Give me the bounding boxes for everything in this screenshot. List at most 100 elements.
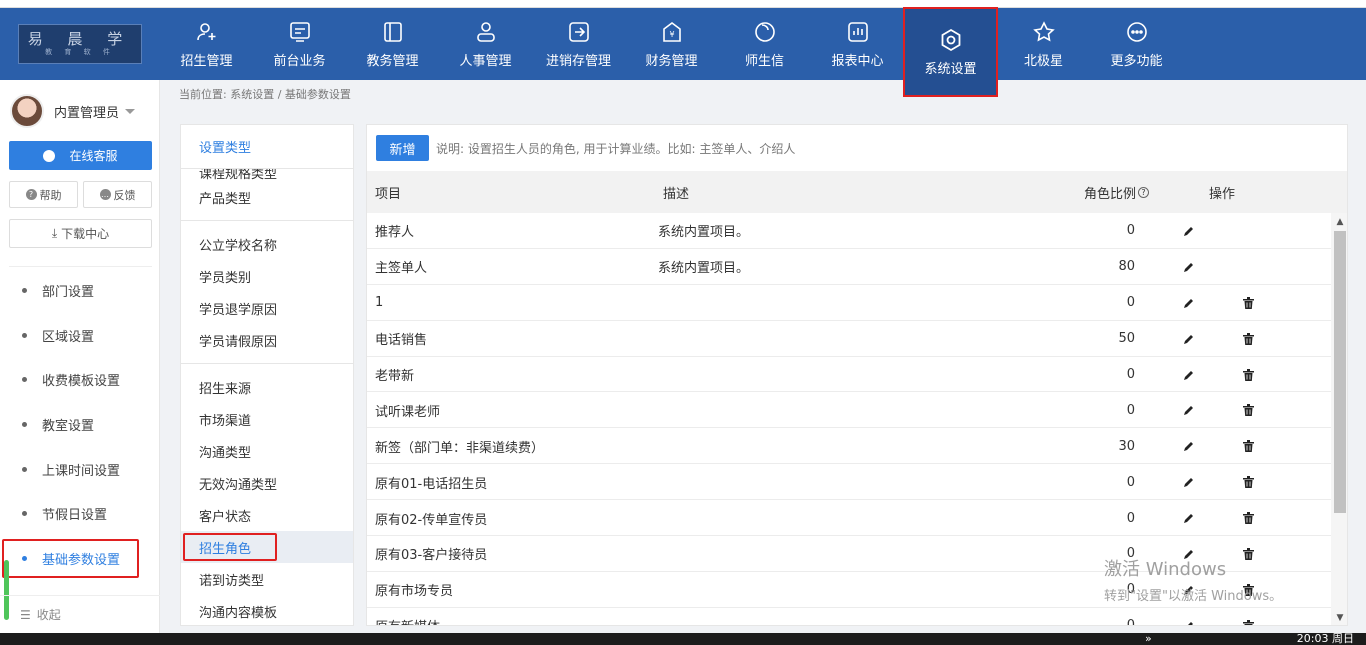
logo-subtitle: 教 育 软 件 — [45, 48, 115, 56]
nav-more[interactable]: 更多功能 — [1090, 8, 1183, 80]
column-header-ratio-label: 角色比例 — [1084, 186, 1137, 202]
cell-item: 原有市场专员 — [375, 584, 454, 600]
nav-system-settings[interactable]: 系统设置 — [903, 7, 998, 97]
delete-icon[interactable] — [1243, 608, 1254, 625]
help-button[interactable]: ? 帮助 — [9, 181, 78, 208]
category-item[interactable]: 学员请假原因 — [181, 324, 353, 356]
category-item[interactable]: 学员类别 — [181, 260, 353, 292]
help-icon[interactable]: ? — [1138, 186, 1150, 198]
delete-icon[interactable] — [1243, 464, 1254, 500]
bullet-icon — [22, 421, 27, 427]
delete-icon[interactable] — [1243, 285, 1254, 321]
table-scrollbar[interactable]: ▲ ▼ — [1331, 213, 1347, 625]
sidebar-item-class-time[interactable]: 上课时间设置 — [0, 447, 160, 492]
sidebar-item-holiday[interactable]: 节假日设置 — [0, 491, 160, 536]
category-item[interactable]: 沟通内容模板 — [181, 595, 353, 625]
nav-enrollment[interactable]: 招生管理 — [160, 8, 253, 80]
edit-icon[interactable] — [1183, 249, 1195, 285]
category-item[interactable]: 诺到访类型 — [181, 563, 353, 595]
category-item[interactable]: 产品类型 — [181, 181, 353, 213]
nav-label: 人事管理 — [459, 53, 512, 69]
sidebar-item-classroom[interactable]: 教室设置 — [0, 402, 160, 447]
user-name: 内置管理员 — [54, 105, 120, 121]
edit-icon[interactable] — [1183, 428, 1195, 464]
category-item[interactable]: 公立学校名称 — [181, 228, 353, 260]
user-add-icon — [196, 22, 215, 40]
column-header-ops: 操作 — [1209, 186, 1236, 202]
nav-reports[interactable]: 报表中心 — [811, 8, 904, 80]
user-menu[interactable]: 内置管理员 — [10, 94, 136, 128]
cell-item: 电话销售 — [375, 333, 428, 349]
nav-hr[interactable]: 人事管理 — [439, 8, 532, 80]
scroll-thumb[interactable] — [1334, 231, 1346, 513]
edit-icon[interactable] — [1183, 357, 1195, 393]
category-item[interactable]: 客户状态 — [181, 499, 353, 531]
edit-icon[interactable] — [1183, 321, 1195, 357]
collapse-label: 收起 — [36, 608, 61, 622]
category-item[interactable]: 市场渠道 — [181, 403, 353, 435]
message-icon — [754, 21, 775, 42]
delete-icon[interactable] — [1243, 357, 1254, 393]
collapse-button[interactable]: ☰ 收起 — [0, 595, 160, 633]
nav-label: 更多功能 — [1110, 53, 1163, 69]
download-label: 下载中心 — [61, 227, 110, 241]
nav-inventory[interactable]: 进销存管理 — [532, 8, 625, 80]
nav-label: 教务管理 — [366, 53, 419, 69]
delete-icon[interactable] — [1243, 428, 1254, 464]
sidebar-item-label: 基础参数设置 — [42, 552, 121, 568]
top-header: 易 晨 学 教 育 软 件 招生管理 前台业务 教务管理 人事管理 进销存管理 … — [0, 7, 1366, 97]
toolbar: 新增 说明: 设置招生人员的角色, 用于计算业绩。比如: 主签单人、介绍人 — [367, 125, 1347, 171]
table-row: 主签单人 系统内置项目。 80 — [367, 249, 1333, 285]
category-item-active[interactable]: 招生角色 — [181, 531, 353, 563]
category-item[interactable]: 课程规格类型 — [181, 169, 353, 181]
feedback-button[interactable]: … 反馈 — [83, 181, 152, 208]
watermark-line2: 转到"设置"以激活 Windows。 — [1104, 589, 1283, 604]
person-icon — [476, 21, 495, 42]
sidebar-item-fee-template[interactable]: 收费模板设置 — [0, 357, 160, 402]
cell-ratio: 0 — [1126, 402, 1135, 418]
online-service-button[interactable]: 在线客服 — [9, 141, 152, 170]
category-item[interactable]: 招生来源 — [181, 371, 353, 403]
nav-label: 财务管理 — [645, 53, 698, 69]
nav-front-desk[interactable]: 前台业务 — [253, 8, 346, 80]
more-icon — [1126, 21, 1147, 42]
cell-item: 1 — [375, 295, 384, 311]
nav-finance[interactable]: ¥ 财务管理 — [625, 8, 718, 80]
help-label: 帮助 — [39, 188, 62, 202]
edit-icon[interactable] — [1183, 285, 1195, 321]
delete-icon[interactable] — [1243, 392, 1254, 428]
nav-polaris[interactable]: 北极星 — [997, 8, 1090, 80]
bullet-icon — [22, 287, 27, 293]
scroll-down-icon[interactable]: ▼ — [1335, 613, 1345, 623]
sidebar-item-department[interactable]: 部门设置 — [0, 268, 160, 313]
role-settings-panel: 新增 说明: 设置招生人员的角色, 用于计算业绩。比如: 主签单人、介绍人 项目… — [366, 124, 1348, 626]
cell-item: 老带新 — [375, 369, 415, 384]
sidebar-item-basic-params[interactable]: 基础参数设置 — [0, 536, 160, 581]
category-item[interactable]: 沟通类型 — [181, 435, 353, 467]
scroll-up-icon[interactable]: ▲ — [1335, 217, 1345, 227]
edit-icon[interactable] — [1183, 464, 1195, 500]
nav-label: 北极星 — [1023, 53, 1063, 69]
delete-icon[interactable] — [1243, 500, 1254, 536]
chevron-right-icon[interactable]: » — [1145, 633, 1152, 645]
category-item[interactable]: 学员退学原因 — [181, 292, 353, 324]
nav-messages[interactable]: 师生信 — [718, 8, 811, 80]
sidebar-item-region[interactable]: 区域设置 — [0, 313, 160, 358]
category-panel: 设置类型 课程规格类型 产品类型 公立学校名称 学员类别 学员退学原因 学员请假… — [180, 124, 354, 626]
nav-academic[interactable]: 教务管理 — [346, 8, 439, 80]
sidebar-item-label: 上课时间设置 — [42, 463, 121, 479]
table-row: 原有02-传单宣传员 0 — [367, 500, 1333, 537]
download-center-button[interactable]: ⤓ 下载中心 — [9, 219, 152, 248]
edit-icon[interactable] — [1183, 608, 1195, 625]
add-button[interactable]: 新增 — [376, 135, 429, 161]
delete-icon[interactable] — [1243, 321, 1254, 357]
table-row: 试听课老师 0 — [367, 392, 1333, 429]
edit-icon[interactable] — [1183, 392, 1195, 428]
sidebar-item-label: 教室设置 — [42, 418, 95, 434]
category-item[interactable]: 无效沟通类型 — [181, 467, 353, 499]
edit-icon[interactable] — [1183, 213, 1195, 249]
edit-icon[interactable] — [1183, 500, 1195, 536]
cell-ratio: 80 — [1118, 259, 1135, 275]
chevron-down-icon — [125, 108, 136, 114]
column-header-desc: 描述 — [663, 186, 690, 202]
